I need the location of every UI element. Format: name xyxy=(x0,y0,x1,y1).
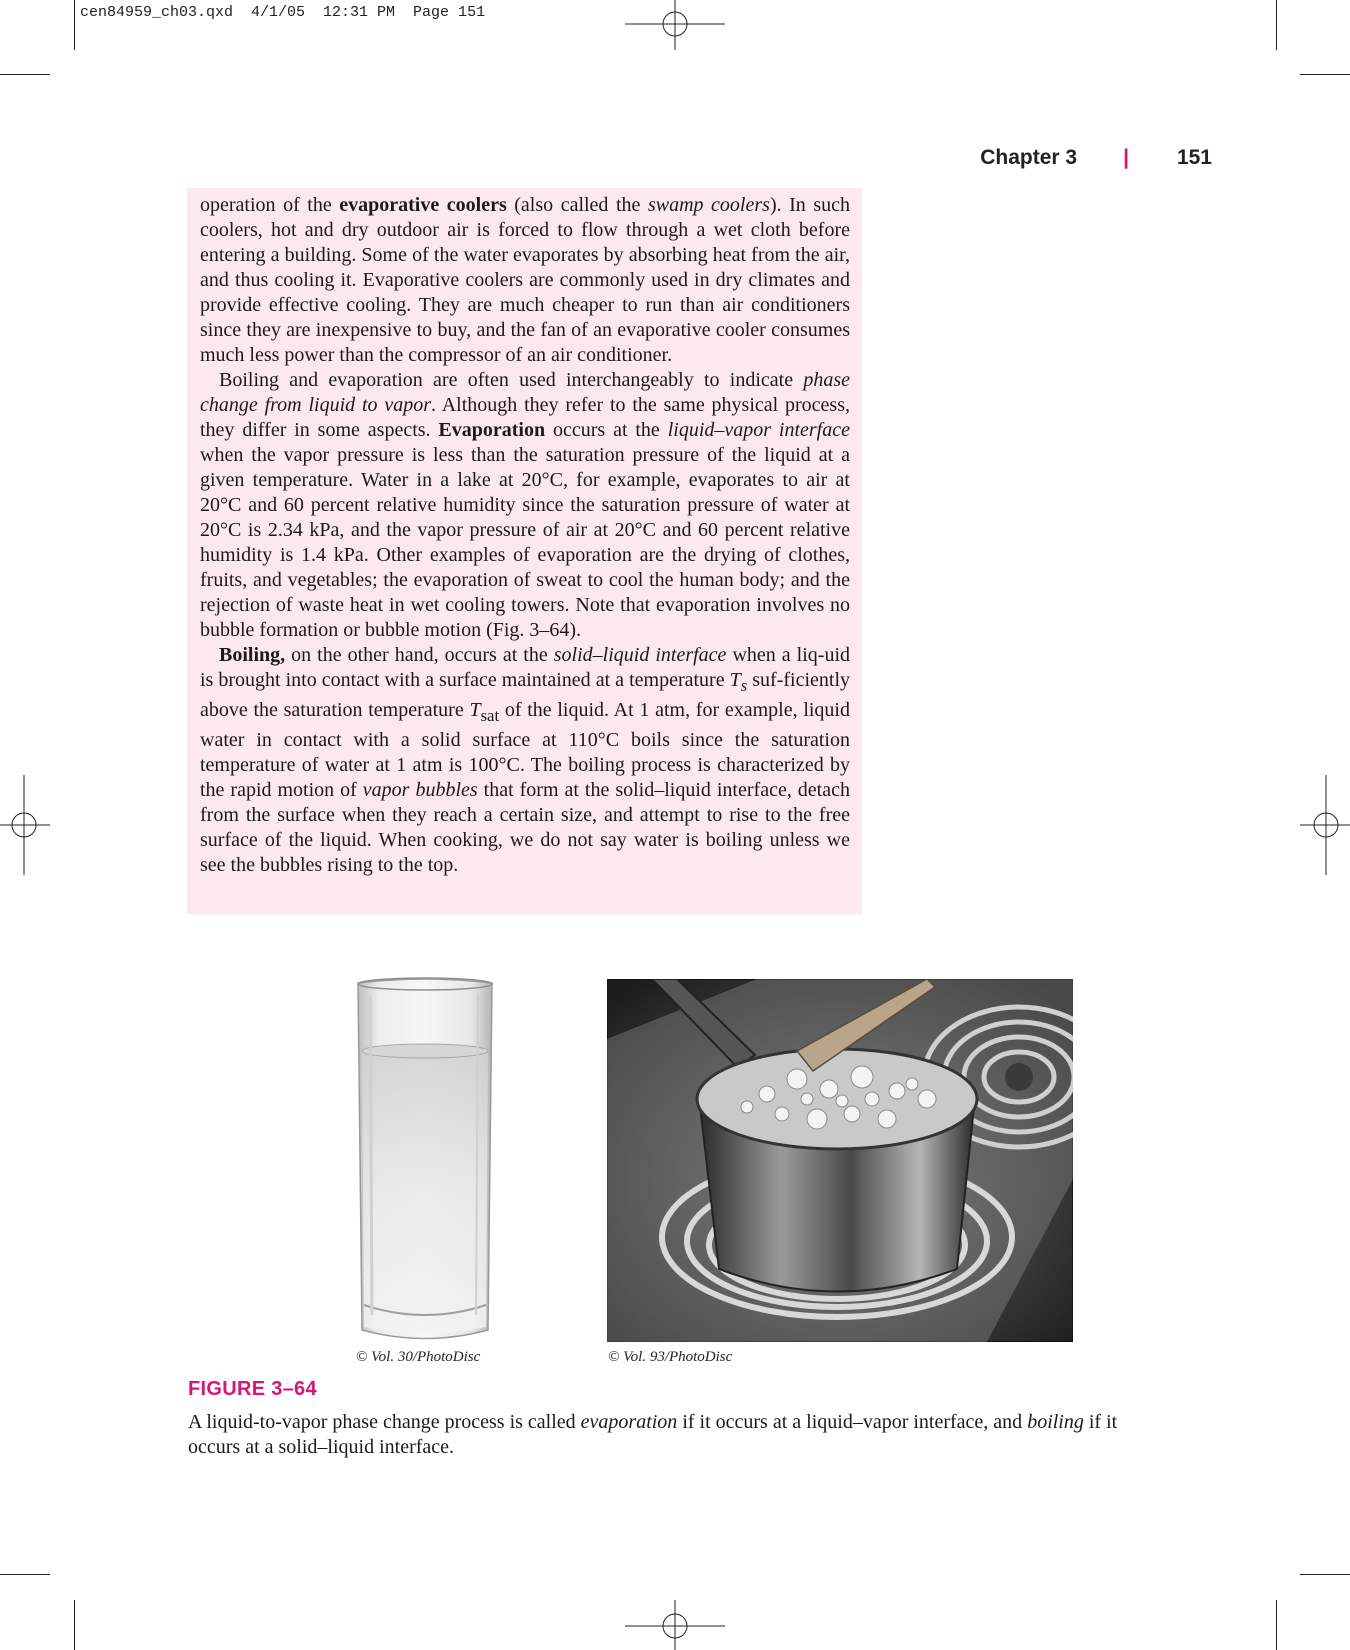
emphasis-boiling: boiling xyxy=(1027,1411,1084,1433)
text-run: when the vapor pressure is less than the… xyxy=(200,444,850,641)
text-run: if it occurs at a liquid–vapor interface… xyxy=(677,1411,1028,1433)
paragraph-evaporation: Boiling and evaporation are often used i… xyxy=(200,368,850,643)
crop-mark xyxy=(1300,74,1350,75)
body-text-box: operation of the evaporative coolers (al… xyxy=(187,188,862,914)
running-head: Chapter 3 | 151 xyxy=(980,146,1212,170)
boiling-pot-photo xyxy=(607,979,1073,1342)
symbol-subscript: sat xyxy=(480,706,500,725)
term-swamp-coolers: swamp coolers xyxy=(647,194,770,216)
emphasis-solid-liquid-interface: solid–liquid interface xyxy=(553,644,727,666)
crop-mark xyxy=(1276,0,1277,50)
crop-mark xyxy=(74,0,75,50)
term-boiling: Boiling, xyxy=(219,644,286,666)
text-run: (also called the xyxy=(506,194,648,216)
paragraph-boiling: Boiling, on the other hand, occurs at th… xyxy=(200,643,850,878)
crop-mark xyxy=(1300,1574,1350,1575)
crop-mark xyxy=(0,1574,50,1575)
symbol-temperature: T xyxy=(469,699,481,721)
text-run: ). In such coolers, hot and dry outdoor … xyxy=(200,194,850,366)
text-run: on the other hand, occurs at the xyxy=(285,644,554,666)
registration-mark-bottom xyxy=(625,1600,725,1650)
emphasis-vapor-bubbles: vapor bubbles xyxy=(362,779,478,801)
text-run: occurs at the xyxy=(545,419,668,441)
term-evaporation: Evaporation xyxy=(438,419,546,441)
emphasis-evaporation: evaporation xyxy=(580,1411,678,1433)
photo-credit-right: © Vol. 93/PhotoDisc xyxy=(608,1349,733,1365)
figure-caption: A liquid-to-vapor phase change process i… xyxy=(188,1410,1168,1460)
glass-of-water-photo xyxy=(357,977,493,1340)
registration-mark-top xyxy=(625,0,725,50)
running-head-separator: | xyxy=(1123,146,1129,169)
symbol-temperature: T xyxy=(729,669,741,691)
crop-mark xyxy=(0,74,50,75)
text-run: Boiling and evaporation are often used i… xyxy=(219,369,804,391)
page-number: 151 xyxy=(1176,146,1212,169)
crop-mark xyxy=(1276,1600,1277,1650)
photo-credit-left: © Vol. 30/PhotoDisc xyxy=(356,1349,481,1365)
emphasis-liquid-vapor-interface: liquid–vapor interface xyxy=(667,419,850,441)
term-evaporative-coolers: evaporative coolers xyxy=(339,194,507,216)
paragraph-evaporative-coolers: operation of the evaporative coolers (al… xyxy=(200,193,850,368)
figure-label: FIGURE 3–64 xyxy=(188,1378,317,1400)
crop-mark xyxy=(74,1600,75,1650)
text-run: A liquid-to-vapor phase change process i… xyxy=(188,1411,581,1433)
text-run: operation of the xyxy=(200,194,340,216)
print-slug: cen84959_ch03.qxd 4/1/05 12:31 PM Page 1… xyxy=(80,4,486,21)
registration-mark-left xyxy=(0,775,50,875)
registration-mark-right xyxy=(1300,775,1350,875)
chapter-label: Chapter 3 xyxy=(980,146,1078,169)
